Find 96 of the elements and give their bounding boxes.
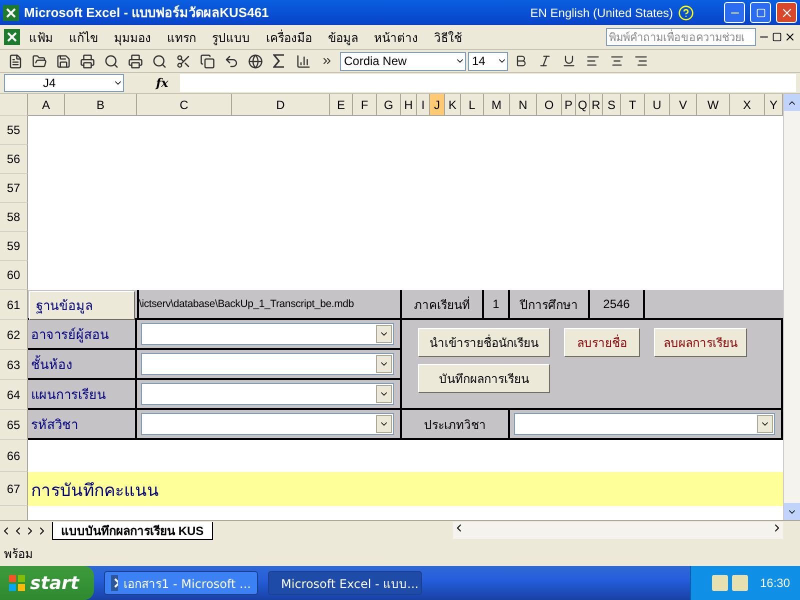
excel-icon[interactable] xyxy=(4,29,20,45)
sheet-tab[interactable]: แบบบันทึกผลการเรียน KUS xyxy=(52,522,213,540)
column-header[interactable]: L xyxy=(461,94,484,116)
clock: 16:30 xyxy=(760,576,790,590)
font-field[interactable]: Cordia New xyxy=(340,52,466,70)
function-label[interactable]: fx xyxy=(156,76,168,90)
dropdown-field[interactable] xyxy=(141,353,394,375)
column-header[interactable]: F xyxy=(353,94,377,116)
column-header[interactable]: U xyxy=(645,94,670,116)
column-header[interactable]: N xyxy=(510,94,537,116)
row-header[interactable]: 57 xyxy=(0,174,28,203)
row-header[interactable]: 65 xyxy=(0,410,28,440)
form-button[interactable]: ลบผลการเรียน xyxy=(654,328,747,357)
form-button[interactable]: บันทึกผลการเรียน xyxy=(418,364,550,393)
column-header[interactable]: M xyxy=(484,94,510,116)
excel-icon xyxy=(3,4,19,20)
database-button[interactable]: ฐานข้อมูล xyxy=(29,291,135,320)
form-button[interactable]: ลบรายชื่อ xyxy=(564,328,640,357)
row-header[interactable]: 63 xyxy=(0,350,28,380)
language-indicator[interactable]: EN English (United States) xyxy=(530,6,673,20)
menu-item[interactable]: เครื่องมือ xyxy=(259,28,319,46)
row-header[interactable]: 55 xyxy=(0,116,28,145)
column-header[interactable]: E xyxy=(330,94,353,116)
dropdown-field[interactable] xyxy=(141,323,394,345)
row-header[interactable]: 59 xyxy=(0,232,28,261)
tray-icon[interactable] xyxy=(712,575,728,591)
field-label: ชั้นห้อง xyxy=(28,350,137,380)
row-header[interactable]: 60 xyxy=(0,261,28,290)
minimize-button[interactable] xyxy=(724,2,745,23)
column-header[interactable]: D xyxy=(232,94,330,116)
menu-item[interactable]: มุมมอง xyxy=(107,28,158,46)
column-header[interactable]: W xyxy=(697,94,730,116)
row-header[interactable]: 67 xyxy=(0,472,28,506)
year-value: 2546 xyxy=(590,290,645,320)
column-header[interactable]: O xyxy=(537,94,562,116)
horizontal-scrollbar[interactable] xyxy=(453,522,783,539)
field-label: อาจารย์ผู้สอน xyxy=(28,320,137,350)
vertical-scrollbar[interactable] xyxy=(783,94,800,520)
menu-item[interactable]: แฟ้ม xyxy=(22,28,60,46)
column-header[interactable]: S xyxy=(603,94,621,116)
dropdown-field[interactable] xyxy=(141,383,394,405)
formula-field[interactable] xyxy=(180,74,796,92)
menu-item[interactable]: วิธีใช้ xyxy=(427,28,469,46)
help-icon[interactable] xyxy=(678,4,694,20)
dropdown-field[interactable] xyxy=(141,413,394,435)
column-header[interactable]: J xyxy=(430,94,445,116)
row-header[interactable]: 66 xyxy=(0,440,28,472)
help-search-field[interactable]: พิมพ์คำถามเพื่อขอความช่วยเ xyxy=(606,28,756,46)
restore-button[interactable] xyxy=(750,2,771,23)
windows-flag-icon xyxy=(8,574,26,592)
field-label: แผนการเรียน xyxy=(28,380,137,410)
row-header[interactable]: 56 xyxy=(0,145,28,174)
column-header[interactable]: H xyxy=(401,94,417,116)
term-value: 1 xyxy=(484,290,510,320)
restore-icon[interactable] xyxy=(772,32,782,42)
menu-item[interactable]: ข้อมูล xyxy=(321,28,365,46)
row-header[interactable]: 64 xyxy=(0,380,28,410)
close-button[interactable] xyxy=(776,2,797,23)
row-header[interactable]: 61 xyxy=(0,290,28,320)
column-header[interactable]: A xyxy=(28,94,65,116)
column-header[interactable]: I xyxy=(417,94,430,116)
section-title: การบันทึกคะแนน xyxy=(30,480,159,502)
column-header[interactable]: K xyxy=(445,94,461,116)
column-header[interactable]: B xyxy=(65,94,137,116)
database-path: \ictserv\database\BackUp_1_Transcript_be.mdb xyxy=(139,290,402,320)
window-title: Microsoft Excel - แบบฟอร์มวัดผลKUS461 xyxy=(24,4,270,22)
close-icon[interactable] xyxy=(784,31,796,43)
name-box[interactable]: J4 xyxy=(4,74,124,92)
subject-type-label: ประเภทวิชา xyxy=(402,410,510,440)
dropdown-field[interactable] xyxy=(514,413,775,435)
taskbar-button[interactable]: Microsoft Excel - แบบ... xyxy=(268,571,422,595)
field-label: รหัสวิชา xyxy=(28,410,137,440)
column-header[interactable]: P xyxy=(562,94,576,116)
column-header[interactable]: Y xyxy=(765,94,783,116)
column-header[interactable]: X xyxy=(730,94,765,116)
font-size-field[interactable]: 14 xyxy=(468,52,508,70)
form-button[interactable]: นำเข้ารายชื่อนักเรียน xyxy=(418,328,550,357)
column-header[interactable]: Q xyxy=(576,94,590,116)
menu-item[interactable]: แทรก xyxy=(160,28,203,46)
column-header[interactable]: T xyxy=(621,94,645,116)
column-header[interactable]: R xyxy=(590,94,603,116)
menu-item[interactable]: แก้ไข xyxy=(62,28,105,46)
app-icon xyxy=(111,575,118,591)
year-label: ปีการศึกษา xyxy=(510,290,590,320)
tray-icon[interactable] xyxy=(732,575,748,591)
row-header[interactable]: 58 xyxy=(0,203,28,232)
column-header[interactable]: V xyxy=(670,94,697,116)
menu-item[interactable]: หน้าต่าง xyxy=(367,28,425,46)
start-button[interactable]: start xyxy=(0,566,94,600)
term-label: ภาคเรียนที่ xyxy=(402,290,484,320)
column-header[interactable]: C xyxy=(137,94,232,116)
column-header[interactable]: G xyxy=(377,94,401,116)
row-header[interactable]: 62 xyxy=(0,320,28,350)
taskbar-button[interactable]: เอกสาร1 - Microsoft ... xyxy=(104,571,258,595)
menu-item[interactable]: รูปแบบ xyxy=(205,28,257,46)
status-text: พร้อม xyxy=(4,546,33,562)
